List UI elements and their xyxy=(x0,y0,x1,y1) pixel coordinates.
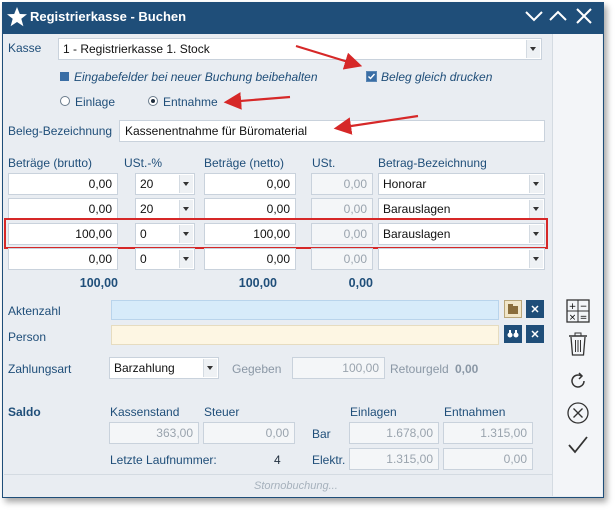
elektr-einlagen-value: 1.315,00 xyxy=(349,448,439,470)
laufnummer-value: 4 xyxy=(274,453,281,467)
row4-brutto[interactable]: 0,00 xyxy=(8,248,118,270)
row4-bezeichnung-select[interactable] xyxy=(378,248,545,270)
kassenstand-value: 363,00 xyxy=(109,422,199,444)
person-input[interactable] xyxy=(111,325,499,345)
aktenzahl-input[interactable] xyxy=(111,300,499,320)
row2-netto[interactable]: 0,00 xyxy=(204,198,296,220)
annotation-arrows xyxy=(223,44,419,135)
confirm-check-icon[interactable] xyxy=(567,435,589,455)
row1-ust-pct-select[interactable]: 20 xyxy=(135,173,195,195)
row1-brutto[interactable]: 0,00 xyxy=(8,173,118,195)
person-clear-button[interactable] xyxy=(526,325,544,343)
row1-bezeichnung-select[interactable]: Honorar xyxy=(378,173,545,195)
row2-bezeichnung-select[interactable]: Barauslagen xyxy=(378,198,545,220)
gegeben-label: Gegeben xyxy=(232,362,282,376)
zahlungsart-select[interactable]: Barzahlung xyxy=(109,357,219,379)
row1-ust: 0,00 xyxy=(311,173,373,195)
row2-ust-pct-select[interactable]: 20 xyxy=(135,198,195,220)
folder-icon xyxy=(508,304,518,314)
svg-text:=: = xyxy=(580,313,588,323)
row2-ust: 0,00 xyxy=(311,198,373,220)
row2-brutto[interactable]: 0,00 xyxy=(8,198,118,220)
bar-einlagen-value: 1.678,00 xyxy=(349,422,439,444)
row3-brutto[interactable]: 100,00 xyxy=(8,223,118,245)
footer-divider xyxy=(4,474,552,475)
chevron-down-icon xyxy=(529,225,543,243)
svg-text:×: × xyxy=(569,313,577,323)
header-ust-pct: USt.-% xyxy=(124,156,163,170)
chevron-down-icon xyxy=(529,250,543,268)
zahlungsart-label: Zahlungsart xyxy=(8,362,72,376)
entnahmen-label: Entnahmen xyxy=(444,405,506,419)
calculator-icon[interactable]: + − × = xyxy=(566,299,590,323)
gegeben-input[interactable]: 100,00 xyxy=(292,357,385,379)
retourgeld-label: Retourgeld xyxy=(390,362,449,376)
header-bezeichnung: Betrag-Bezeichnung xyxy=(378,156,487,170)
chevron-down-icon xyxy=(529,175,543,193)
svg-text:+: + xyxy=(569,302,577,312)
header-brutto: Beträge (brutto) xyxy=(8,156,93,170)
steuer-label: Steuer xyxy=(204,405,240,419)
bar-entnahmen-value: 1.315,00 xyxy=(443,422,533,444)
action-sidebar xyxy=(552,34,602,496)
row4-ust: 0,00 xyxy=(311,248,373,270)
row4-ust-pct-select[interactable]: 0 xyxy=(135,248,195,270)
svg-text:−: − xyxy=(580,302,588,312)
total-netto: 100,00 xyxy=(238,276,277,290)
clear-x-icon xyxy=(531,305,539,313)
chevron-down-icon xyxy=(529,200,543,218)
chevron-down-icon xyxy=(179,225,193,243)
chevron-down-icon xyxy=(179,175,193,193)
row3-ust: 0,00 xyxy=(311,223,373,245)
trash-icon[interactable] xyxy=(568,332,588,356)
saldo-label: Saldo xyxy=(8,405,41,419)
total-ust: 0,00 xyxy=(348,276,373,290)
chevron-down-icon xyxy=(203,359,217,377)
person-lookup-button[interactable] xyxy=(504,325,522,343)
clear-x-icon xyxy=(531,330,539,338)
header-netto: Beträge (netto) xyxy=(204,156,285,170)
binoculars-icon xyxy=(507,330,519,338)
kassenstand-label: Kassenstand xyxy=(110,405,180,419)
refresh-icon[interactable] xyxy=(568,371,588,391)
close-icon[interactable] xyxy=(575,8,593,24)
retourgeld-value: 0,00 xyxy=(455,362,479,376)
laufnummer-label: Letzte Laufnummer: xyxy=(110,453,217,467)
steuer-value: 0,00 xyxy=(203,422,295,444)
cancel-circle-icon[interactable] xyxy=(566,401,590,425)
chevron-down-icon xyxy=(179,200,193,218)
total-brutto: 100,00 xyxy=(79,276,118,290)
einlagen-label: Einlagen xyxy=(350,405,397,419)
chevron-down-icon xyxy=(179,250,193,268)
row3-bezeichnung-select[interactable]: Barauslagen xyxy=(378,223,545,245)
person-label: Person xyxy=(8,330,47,344)
header-ust: USt. xyxy=(312,156,336,170)
elektr-label: Elektr. xyxy=(312,453,346,467)
row3-netto[interactable]: 100,00 xyxy=(204,223,296,245)
row3-ust-pct-select[interactable]: 0 xyxy=(135,223,195,245)
aktenzahl-clear-button[interactable] xyxy=(526,300,544,318)
row1-netto[interactable]: 0,00 xyxy=(204,173,296,195)
aktenzahl-lookup-button[interactable] xyxy=(504,300,522,318)
storno-link[interactable]: Stornobuchung... xyxy=(254,480,338,492)
aktenzahl-label: Aktenzahl xyxy=(8,304,61,318)
bar-label: Bar xyxy=(312,427,331,441)
elektr-entnahmen-value: 0,00 xyxy=(443,448,533,470)
row4-netto[interactable]: 0,00 xyxy=(204,248,296,270)
